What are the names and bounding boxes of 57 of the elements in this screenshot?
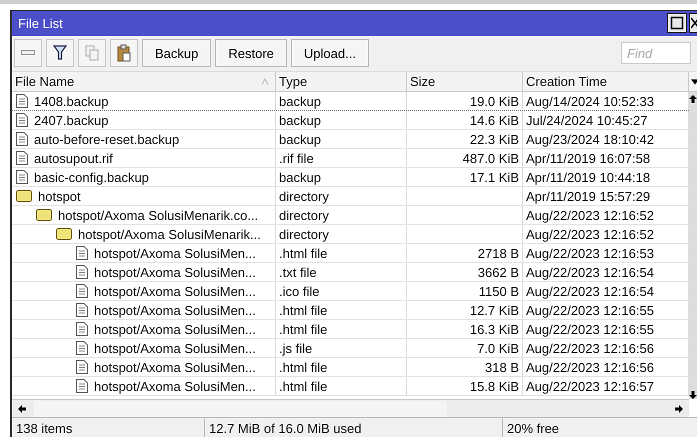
file-name: 1408.backup — [34, 94, 108, 109]
file-type: directory — [276, 187, 407, 206]
file-name: hotspot/Axoma SolusiMen... — [94, 302, 256, 318]
file-type: .html file — [276, 377, 407, 396]
toolbar-button[interactable]: Upload... — [290, 39, 369, 68]
file-name: hotspot/Axoma SolusiMen... — [94, 340, 256, 356]
file-name: hotspot/Axoma SolusiMenarik... — [78, 226, 261, 242]
file-size: 318 B — [485, 360, 519, 375]
file-name: hotspot/Axoma SolusiMenarik.co... — [58, 208, 258, 223]
file-type: .rif file — [276, 149, 407, 168]
file-size: 3662 B — [478, 264, 519, 280]
file-size: 15.8 KiB — [470, 378, 519, 394]
file-name: hotspot/Axoma SolusiMen... — [94, 246, 256, 261]
toolbar-button[interactable]: Backup — [142, 39, 212, 68]
file-name: hotspot/Axoma SolusiMen... — [94, 284, 256, 299]
file-size: 16.3 KiB — [470, 322, 519, 337]
file-size: 1150 B — [478, 284, 519, 299]
file-type: .ico file — [276, 282, 407, 300]
file-type: .html file — [276, 320, 407, 338]
file-type: .html file — [276, 244, 407, 262]
column-header[interactable]: Size — [407, 72, 523, 92]
file-type: backup — [276, 92, 407, 110]
file-type: .js file — [276, 339, 407, 358]
column-header[interactable]: Type — [276, 72, 407, 92]
file-type: directory — [276, 225, 407, 244]
file-name: hotspot/Axoma SolusiMen... — [94, 264, 256, 280]
toolbar-button[interactable]: Restore — [215, 39, 287, 68]
file-type: backup — [276, 111, 407, 130]
file-name: hotspot/Axoma SolusiMen... — [94, 322, 256, 337]
file-type: .html file — [276, 301, 407, 320]
status-text: 12.7 MiB of 16.0 MiB used — [205, 418, 503, 437]
file-name: 2407.backup — [34, 112, 108, 128]
file-name: autosupout.rif — [34, 150, 113, 166]
file-size: 12.7 KiB — [470, 302, 519, 318]
file-name: auto-before-reset.backup — [34, 132, 180, 147]
status-text: 20% free — [506, 420, 560, 437]
find-field[interactable]: Find — [621, 42, 691, 64]
file-name: basic-config.backup — [34, 170, 149, 185]
file-size: 17.1 KiB — [470, 170, 519, 185]
file-type: backup — [276, 130, 407, 148]
window-title: File List — [18, 16, 63, 31]
file-type: backup — [276, 168, 407, 186]
file-size: 14.6 KiB — [470, 112, 519, 128]
file-name: hotspot — [38, 188, 81, 204]
status-text: 138 items — [12, 418, 205, 437]
column-header[interactable]: File Name — [12, 72, 276, 92]
file-name: hotspot/Axoma SolusiMen... — [94, 360, 256, 375]
file-type: .txt file — [276, 263, 407, 282]
file-type: directory — [276, 206, 407, 224]
file-name: hotspot/Axoma SolusiMen... — [94, 378, 256, 394]
file-size: 22.3 KiB — [470, 132, 519, 147]
file-size: 7.0 KiB — [477, 340, 519, 356]
file-size: 2718 B — [478, 246, 519, 261]
column-header[interactable]: Creation Time — [523, 72, 689, 92]
file-size: 19.0 KiB — [470, 94, 519, 109]
file-size: 487.0 KiB — [462, 150, 519, 166]
file-type: .html file — [276, 358, 407, 376]
